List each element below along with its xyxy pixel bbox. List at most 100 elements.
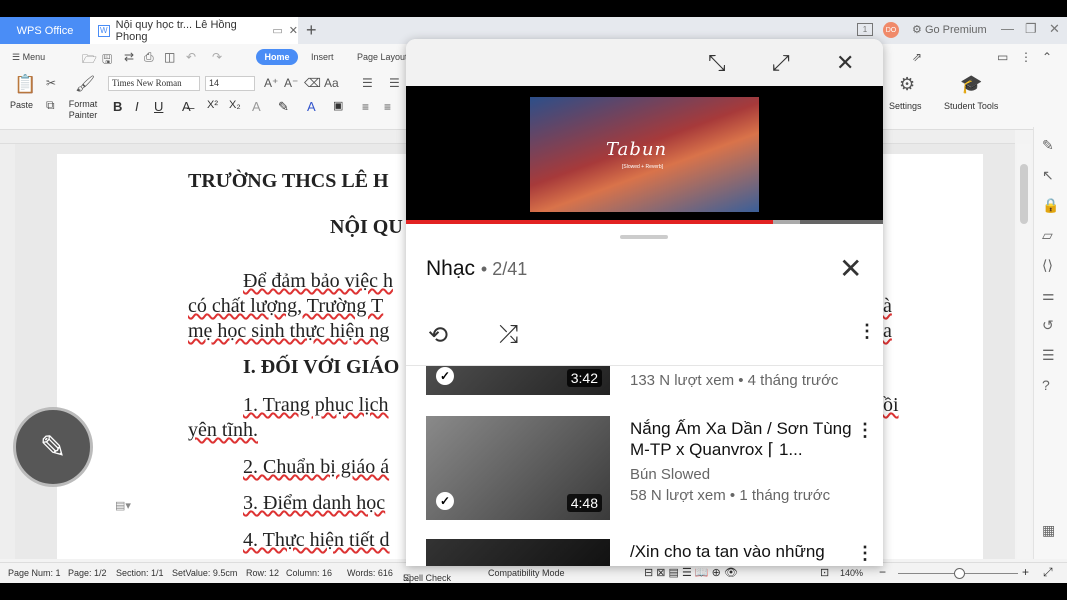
history-icon[interactable]: ↺ [1042, 317, 1054, 334]
video-player[interactable]: Tabun [Slowed + Reverb] [406, 86, 883, 223]
item-duration: 3:42 [566, 369, 602, 387]
lock-icon[interactable]: 🔒 [1042, 197, 1059, 214]
pen-icon[interactable]: ✎ [1042, 137, 1054, 154]
font-color-button[interactable]: A [307, 99, 316, 114]
view-icons[interactable]: ⊟ ⊠ ▤ ☰ 📖 ⊕ 👁 [644, 566, 738, 579]
avatar[interactable]: DO [883, 22, 899, 38]
fullscreen-icon[interactable]: ⤢ [1043, 565, 1053, 580]
item-thumbnail: ✓ 3:42 [426, 366, 610, 395]
floating-edit-button[interactable]: ✎ [13, 407, 93, 487]
clear-format-icon[interactable]: ⌫ [304, 76, 321, 90]
zoom-level[interactable]: 140% [840, 568, 863, 578]
sliders-icon[interactable]: ⚌ [1042, 287, 1055, 304]
doc-line-intro-3: mẹ học sinh thực hiện ng [188, 320, 390, 342]
comment-icon[interactable]: ▭ [997, 50, 1008, 64]
pencil-icon: ✎ [39, 429, 67, 465]
close-playlist-icon[interactable]: ✕ [839, 255, 862, 283]
tab-wps-office[interactable]: WPS Office [0, 17, 90, 44]
open-icon[interactable]: 🗁 [82, 50, 97, 71]
playlist-more-icon[interactable]: ⋮ [858, 321, 876, 342]
char-border-button[interactable]: ▣ [333, 99, 343, 112]
shuffle-icon[interactable]: ⤮ [499, 321, 518, 349]
italic-button[interactable]: I [135, 99, 139, 114]
student-tools-icon[interactable]: 🎓 [960, 74, 982, 95]
paragraph-marker-icon[interactable]: ▤▾ [115, 499, 131, 512]
export-icon[interactable]: ⇄ [124, 50, 134, 64]
drag-handle[interactable] [620, 235, 668, 239]
highlight-icon[interactable]: ✎ [278, 99, 289, 115]
grow-font-icon[interactable]: A⁺ [264, 76, 278, 90]
grid-icon[interactable]: ▦ [1042, 522, 1055, 539]
format-painter-button[interactable]: Format Painter [67, 99, 99, 121]
item-more-icon[interactable]: ⋮ [856, 420, 874, 441]
strikethrough-button[interactable]: A̶ [182, 99, 191, 114]
undo-icon[interactable]: ↶ [186, 50, 196, 64]
collapse-ribbon-icon[interactable]: ⌃ [1042, 50, 1052, 64]
zoom-out-icon[interactable]: − [879, 565, 886, 579]
item-title: /Xin cho ta tan vào những [630, 542, 825, 561]
edit-doc-icon[interactable]: ▱ [1042, 227, 1053, 244]
close-tab-icon[interactable]: ✕ [289, 24, 298, 37]
font-name-select[interactable]: Times New Roman [108, 76, 200, 91]
layout-icon[interactable]: 1 [857, 23, 873, 36]
help-icon[interactable]: ? [1042, 377, 1050, 393]
popup-controls: ⤡ ⤢ ✕ [406, 39, 883, 86]
status-words[interactable]: Words: 616 [347, 568, 393, 578]
bold-button[interactable]: B [113, 99, 122, 114]
redo-icon[interactable]: ↷ [212, 50, 222, 64]
menu-button[interactable]: ☰ Menu [12, 52, 45, 63]
share-icon[interactable]: ⇗ [912, 50, 922, 64]
zoom-in-icon[interactable]: + [1022, 565, 1029, 579]
paste-icon[interactable]: 📋 [14, 74, 36, 95]
tab-home[interactable]: Home [256, 49, 298, 65]
font-size-select[interactable]: 14 [205, 76, 255, 91]
close-popup-icon[interactable]: ✕ [836, 50, 854, 76]
backup-icon[interactable]: ☰ [1042, 347, 1055, 364]
more-options-icon[interactable]: ⋮ [1020, 50, 1032, 64]
zoom-slider-knob[interactable] [954, 568, 965, 579]
tab-page-layout[interactable]: Page Layout [357, 52, 408, 62]
minimize-popup-icon[interactable]: ⤡ [708, 50, 726, 76]
align-center-icon[interactable]: ≡ [384, 100, 391, 114]
video-progress-bar[interactable] [406, 220, 883, 224]
format-painter-icon[interactable]: 🖌 [75, 74, 95, 94]
paste-button[interactable]: Paste [10, 100, 33, 110]
loop-icon[interactable]: ⟲ [428, 321, 448, 350]
fit-icon[interactable]: ⊡ [820, 566, 829, 579]
item-channel: Bún Slowed [630, 466, 711, 483]
settings-icon[interactable]: ⚙ [899, 74, 915, 95]
go-premium-button[interactable]: ⚙ Go Premium [912, 23, 987, 36]
preview-icon[interactable]: ◫ [164, 50, 175, 64]
vertical-scrollbar[interactable] [1017, 144, 1031, 559]
window-close-icon[interactable]: ✕ [1049, 21, 1060, 37]
student-tools-button[interactable]: Student Tools [944, 101, 998, 111]
save-icon[interactable]: 🖫 [102, 50, 112, 71]
align-left-icon[interactable]: ≡ [362, 100, 369, 114]
restore-icon[interactable]: ❐ [1025, 21, 1037, 37]
new-tab-button[interactable]: + [306, 20, 317, 41]
tab-insert[interactable]: Insert [311, 52, 334, 62]
change-case-icon[interactable]: Aa [324, 76, 339, 90]
playlist-header: Nhạc • 2/41 [426, 257, 528, 280]
vertical-ruler[interactable] [0, 144, 15, 559]
code-icon[interactable]: ⟨⟩ [1042, 257, 1053, 274]
superscript-button[interactable]: X² [207, 99, 218, 111]
bullets-icon[interactable]: ☰ [362, 76, 373, 90]
expand-popup-icon[interactable]: ⤢ [772, 50, 790, 76]
go-premium-label: Go Premium [924, 24, 987, 36]
doc-line-item-2: 2. Chuẩn bị giáo á [243, 456, 390, 478]
tab-document[interactable]: W Nội quy học tr... Lê Hồng Phong ▭ ✕ [90, 17, 298, 44]
text-effect-button[interactable]: A [252, 99, 261, 114]
scroll-thumb[interactable] [1020, 164, 1028, 224]
settings-button[interactable]: Settings [889, 101, 922, 111]
copy-icon[interactable]: ⧉ [46, 98, 55, 113]
underline-button[interactable]: U [154, 99, 163, 114]
numbering-icon[interactable]: ☰ [389, 76, 400, 90]
select-icon[interactable]: ↖ [1042, 167, 1054, 184]
shrink-font-icon[interactable]: A⁻ [284, 76, 298, 90]
item-more-icon[interactable]: ⋮ [856, 543, 874, 564]
minimize-icon[interactable]: — [1001, 21, 1014, 36]
print-icon[interactable]: ⎙ [144, 50, 154, 65]
cut-icon[interactable]: ✂ [46, 76, 56, 90]
subscript-button[interactable]: X₂ [229, 99, 241, 111]
